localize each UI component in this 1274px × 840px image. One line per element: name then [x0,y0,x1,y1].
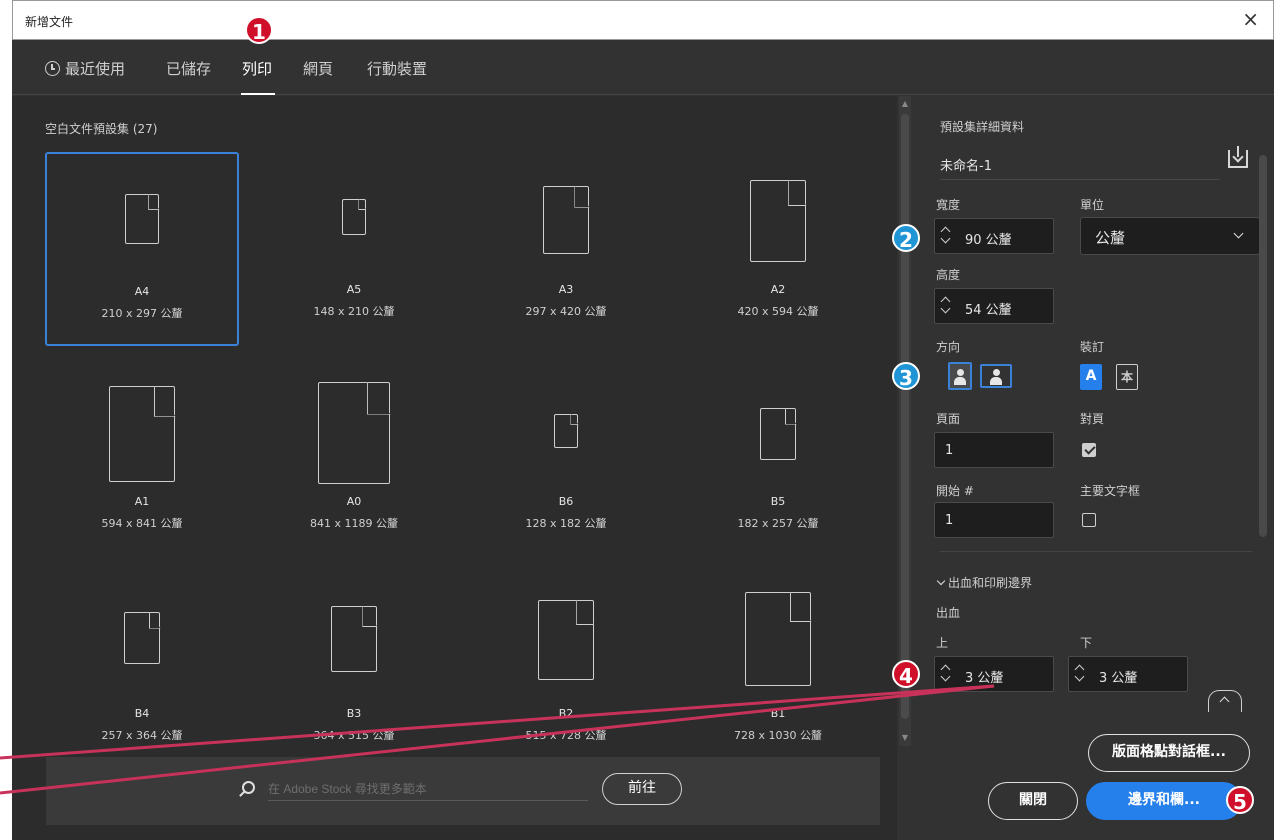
annotation-lines [0,684,995,795]
step-marker-1: 1 [245,16,273,44]
step-marker-3: 3 [892,362,920,390]
annotation-line [0,684,995,760]
step-marker-5: 5 [1226,786,1254,814]
annotation-line [0,684,995,795]
step-marker-2: 2 [892,224,920,252]
step-marker-4: 4 [892,660,920,688]
